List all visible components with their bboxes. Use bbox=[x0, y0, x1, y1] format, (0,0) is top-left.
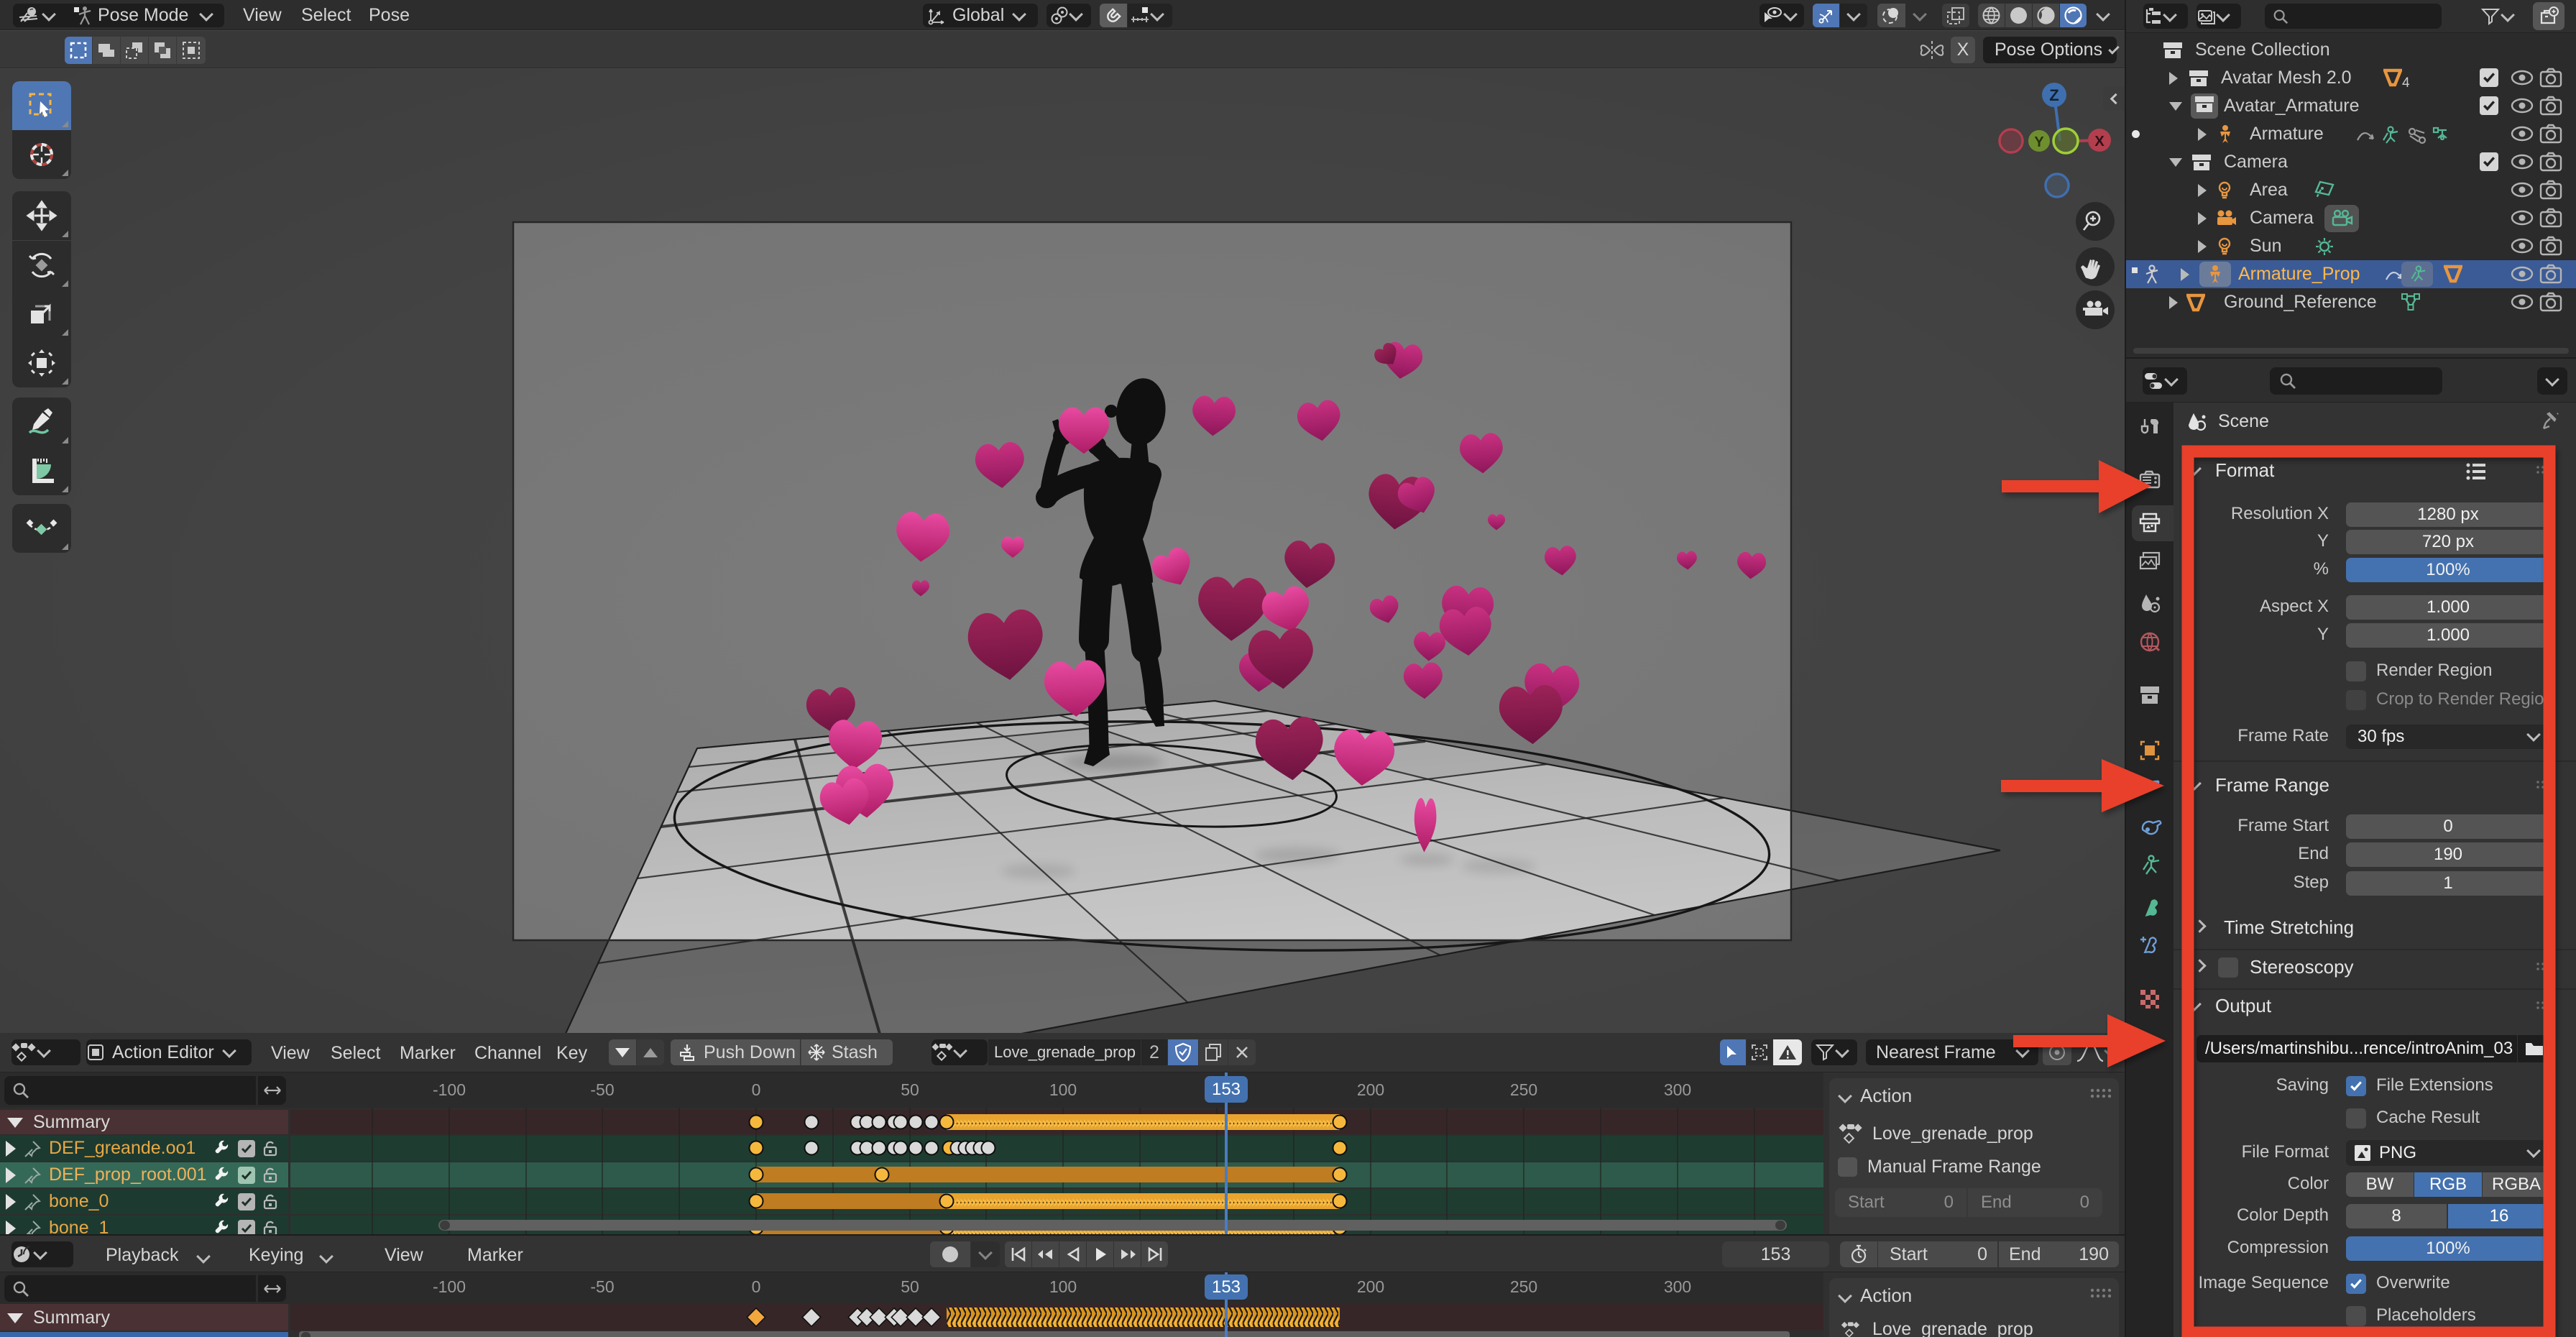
svg-text:Y: Y bbox=[2034, 134, 2044, 150]
svg-text:X: X bbox=[2094, 134, 2104, 150]
svg-text:Z: Z bbox=[2049, 86, 2058, 104]
